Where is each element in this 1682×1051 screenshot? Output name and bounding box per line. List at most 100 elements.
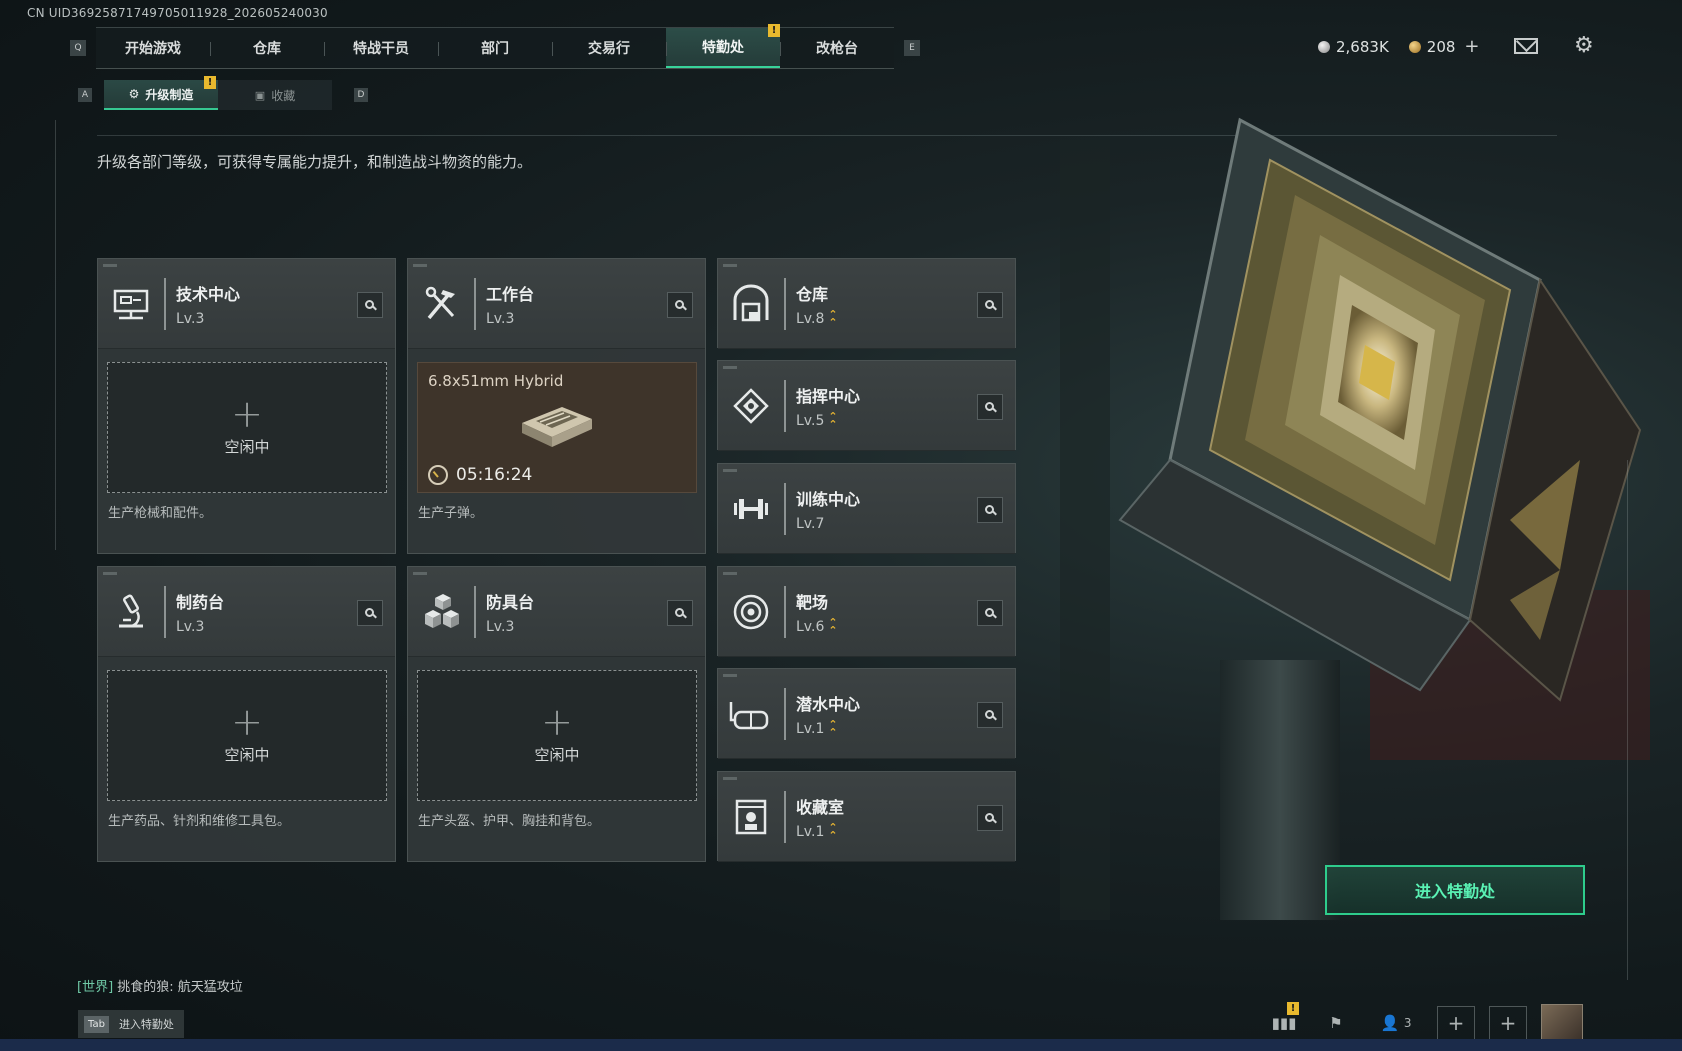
workshop-description: 生产药品、针剂和维修工具包。	[108, 814, 291, 829]
chat-line[interactable]: [世界] 挑食的狼: 航天猛攻垃	[77, 976, 243, 995]
gear-icon[interactable]: ⚙	[1574, 35, 1596, 57]
search-icon	[984, 401, 994, 411]
silver-coin-icon	[1318, 40, 1330, 53]
notification-badge: !	[768, 24, 780, 37]
corner-tag	[413, 572, 427, 575]
workshop-card-armor[interactable]: 防具台 Lv.3 + 空闲中 生产头盔、护甲、胸挂和背包。	[407, 566, 706, 862]
currency-bar: 2,683K 208 +	[1318, 36, 1480, 57]
tab-key: Tab	[84, 1015, 109, 1033]
search-button[interactable]	[357, 292, 383, 318]
facility-name: 仓库	[796, 284, 829, 304]
facility-card-collection-room[interactable]: 收藏室 Lv.1 ⌃ ⌃	[717, 771, 1016, 862]
facility-level: Lv.1	[796, 720, 825, 737]
monitor-icon	[108, 281, 154, 327]
workshop-description: 生产枪械和配件。	[108, 506, 213, 521]
tab-departments[interactable]: 部门	[438, 28, 552, 68]
production-slot-idle[interactable]: + 空闲中	[107, 362, 387, 493]
friends-button[interactable]: 👤 3	[1369, 1006, 1423, 1040]
flag-button[interactable]: ⚑	[1317, 1006, 1355, 1040]
production-timer: 05:16:24	[456, 465, 533, 485]
tab-operators[interactable]: 特战干员	[324, 28, 438, 68]
search-icon	[984, 504, 994, 514]
nav-left-key: Q	[70, 40, 86, 56]
product-name: 6.8x51mm Hybrid	[428, 372, 564, 390]
add-squad-slot-button[interactable]: +	[1489, 1006, 1527, 1040]
search-icon	[984, 299, 994, 309]
production-slot-idle[interactable]: + 空闲中	[107, 670, 387, 801]
search-icon	[674, 607, 684, 617]
search-icon	[364, 299, 374, 309]
search-button[interactable]	[977, 394, 1003, 420]
search-button[interactable]	[357, 600, 383, 626]
workshop-card-tech-center[interactable]: 技术中心 Lv.3 + 空闲中 生产枪械和配件。	[97, 258, 396, 554]
facility-level: Lv.5	[796, 412, 825, 429]
tab-upgrade-craft[interactable]: ⚙ 升级制造 !	[104, 76, 218, 110]
tab-label: 特勤处	[702, 40, 744, 56]
card-header: 技术中心 Lv.3	[98, 259, 395, 349]
workshop-card-workbench[interactable]: 工作台 Lv.3 6.8x51mm Hybrid 05:16:24 生产子弹。	[407, 258, 706, 554]
tools-icon	[418, 281, 464, 327]
facility-name: 潜水中心	[796, 694, 861, 714]
production-slot-active[interactable]: 6.8x51mm Hybrid 05:16:24	[417, 362, 697, 493]
add-squad-slot-button[interactable]: +	[1437, 1006, 1475, 1040]
bar-chart-icon: ▮▮▮	[1271, 1014, 1297, 1032]
facility-card-training-center[interactable]: 训练中心 Lv.7	[717, 463, 1016, 554]
slot-status: 空闲中	[534, 746, 580, 764]
card-header: 潜水中心 Lv.1 ⌃ ⌃	[718, 669, 1015, 759]
tab-start-game[interactable]: 开始游戏	[96, 28, 210, 68]
tab-shortcut-hint[interactable]: Tab 进入特勤处	[78, 1010, 184, 1038]
tab-label: 开始游戏	[125, 41, 181, 57]
search-button[interactable]	[977, 600, 1003, 626]
upgrade-arrow-icon: ⌃ ⌃	[828, 820, 838, 842]
search-button[interactable]	[667, 600, 693, 626]
tab-label: 仓库	[253, 41, 281, 57]
tab-warehouse[interactable]: 仓库	[210, 28, 324, 68]
plus-icon: +	[231, 392, 263, 436]
bottom-right-toolbar: ▮▮▮ ! ⚑ 👤 3 + +	[1265, 1002, 1583, 1042]
workshop-card-pharmacy[interactable]: 制药台 Lv.3 + 空闲中 生产药品、针剂和维修工具包。	[97, 566, 396, 862]
search-button[interactable]	[977, 805, 1003, 831]
workshop-description: 生产子弹。	[418, 506, 484, 521]
search-button[interactable]	[977, 292, 1003, 318]
separator	[474, 585, 476, 638]
mail-icon[interactable]	[1514, 38, 1538, 54]
facility-level: Lv.7	[796, 515, 825, 532]
silver-amount: 2,683K	[1336, 37, 1389, 56]
boxes-icon	[418, 589, 464, 635]
facility-name: 收藏室	[796, 797, 845, 817]
facility-card-command-center[interactable]: 指挥中心 Lv.5 ⌃ ⌃	[717, 360, 1016, 451]
gold-coin-icon	[1408, 40, 1421, 53]
separator	[784, 585, 786, 638]
production-slot-idle[interactable]: + 空闲中	[417, 670, 697, 801]
upgrade-arrow-icon: ⌃ ⌃	[828, 717, 838, 739]
workshop-level: Lv.3	[486, 310, 515, 327]
tab-trade[interactable]: 交易行	[552, 28, 666, 68]
sub-nav: A ⚙ 升级制造 ! ▣ 收藏 D	[78, 76, 380, 110]
top-nav: Q 开始游戏 仓库 特战干员 部门 交易行 特勤处! 改枪台 E	[70, 24, 920, 69]
corner-tag	[723, 777, 737, 780]
ammo-box-icon	[522, 407, 592, 447]
enter-special-ops-button[interactable]: 进入特勤处	[1325, 865, 1585, 915]
search-button[interactable]	[977, 702, 1003, 728]
stats-button[interactable]: ▮▮▮ !	[1265, 1002, 1303, 1040]
microscope-icon	[108, 589, 154, 635]
tab-label: 交易行	[588, 41, 630, 57]
separator	[164, 277, 166, 330]
corner-tag	[723, 674, 737, 677]
avatar[interactable]	[1541, 1004, 1583, 1042]
upgrade-craft-icon: ⚙	[128, 87, 140, 101]
workshop-name: 防具台	[486, 592, 535, 612]
corner-tag	[413, 264, 427, 267]
tab-special-ops[interactable]: 特勤处!	[666, 24, 780, 68]
add-currency-button[interactable]: +	[1464, 36, 1479, 57]
facility-card-diving-center[interactable]: 潜水中心 Lv.1 ⌃ ⌃	[717, 668, 1016, 759]
separator	[164, 585, 166, 638]
search-button[interactable]	[667, 292, 693, 318]
facility-card-warehouse[interactable]: 仓库 Lv.8 ⌃ ⌃	[717, 258, 1016, 349]
tab-gunsmith[interactable]: 改枪台	[780, 28, 894, 68]
tab-collection[interactable]: ▣ 收藏	[218, 80, 332, 110]
search-icon	[674, 299, 684, 309]
plus-icon: +	[231, 700, 263, 744]
search-button[interactable]	[977, 497, 1003, 523]
facility-card-shooting-range[interactable]: 靶场 Lv.6 ⌃ ⌃	[717, 566, 1016, 657]
